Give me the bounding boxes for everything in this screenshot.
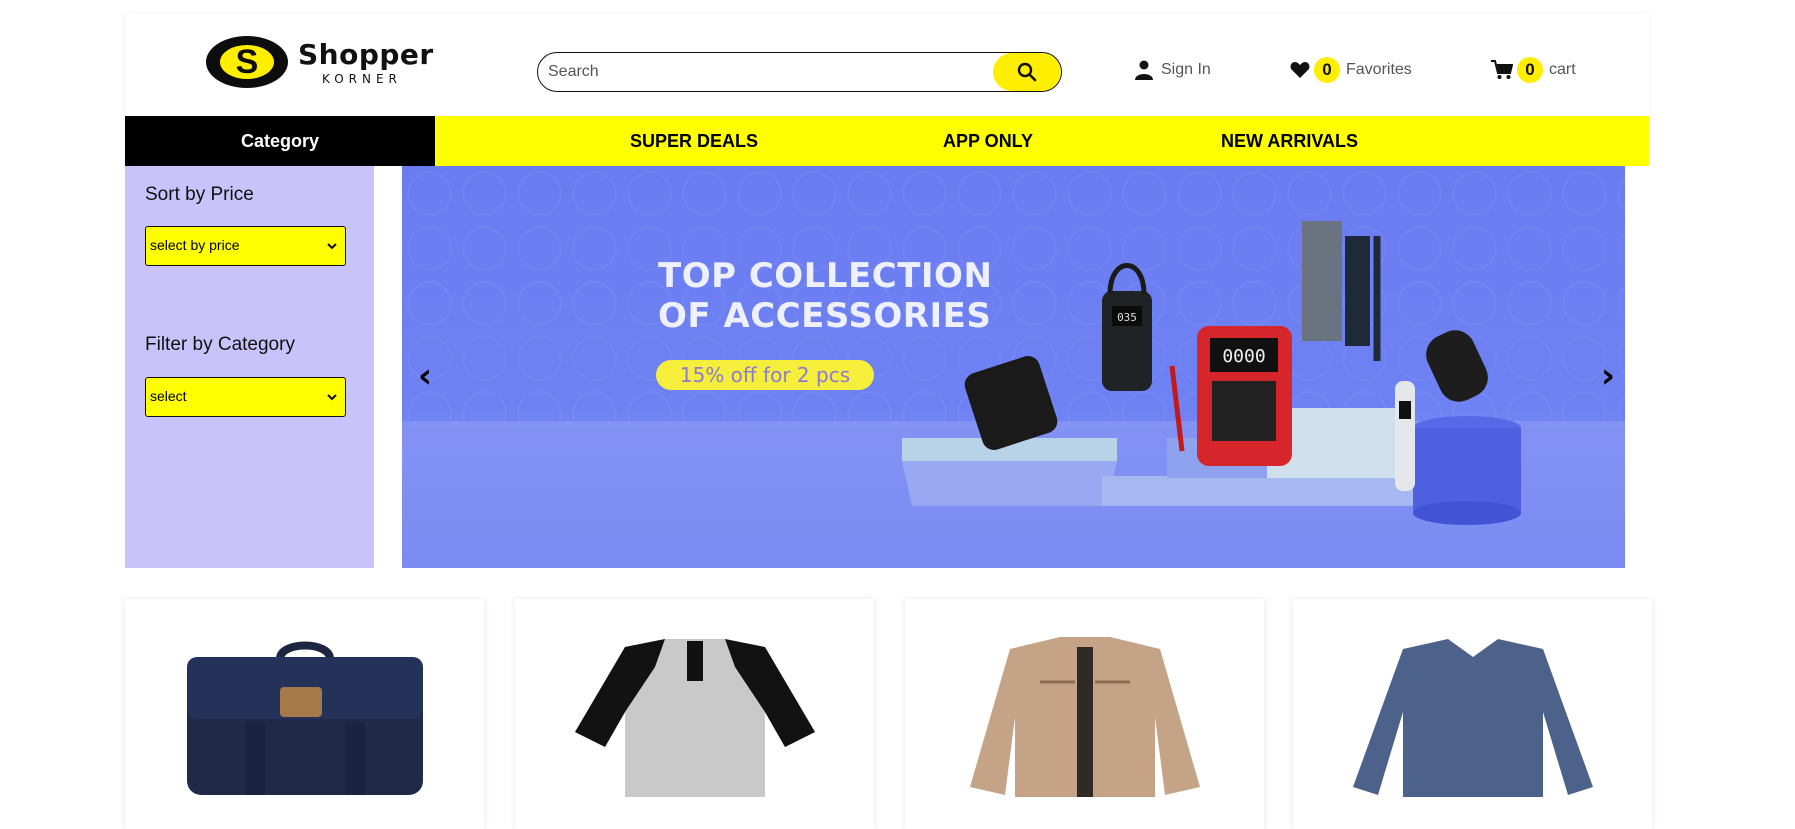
banner-products-illustration: 035 0000: [902, 221, 1521, 525]
nav-link-app-only[interactable]: APP ONLY: [943, 116, 1033, 166]
multimeter-reading: 0000: [1222, 346, 1265, 367]
product-image-jacket: [969, 637, 1200, 797]
carousel-prev-button[interactable]: ‹: [418, 356, 432, 396]
logo-mark: S: [206, 36, 288, 88]
product-card[interactable]: [515, 599, 874, 829]
sort-by-price-value: select by price: [150, 237, 240, 253]
filter-panel: Sort by Price select by price Filter by …: [125, 166, 374, 568]
cart-count-badge: 0: [1517, 57, 1543, 83]
nav-bar: Category SUPER DEALS APP ONLY NEW ARRIVA…: [125, 116, 1649, 166]
cart-link[interactable]: 0 cart: [1491, 54, 1576, 86]
carousel-next-button[interactable]: ›: [1601, 356, 1615, 396]
product-image-bag: [186, 641, 423, 795]
sort-by-price-title: Sort by Price: [145, 184, 254, 205]
product-image-shirt: [574, 639, 815, 797]
sign-in-label: Sign In: [1161, 61, 1211, 78]
chevron-down-icon: [327, 227, 337, 265]
logo-mark-letter: S: [220, 45, 274, 79]
favorites-label: Favorites: [1346, 61, 1412, 78]
promo-banner[interactable]: TOP COLLECTION OF ACCESSORIES 15% off fo…: [402, 166, 1625, 568]
filter-by-category-select[interactable]: select: [145, 377, 346, 417]
logo-sub: KORNER: [322, 72, 402, 86]
content-row: Sort by Price select by price Filter by …: [125, 166, 1649, 568]
user-icon: [1135, 60, 1153, 80]
sign-in-link[interactable]: Sign In: [1135, 54, 1211, 86]
filter-by-category-value: select: [150, 388, 187, 404]
favorites-count-badge: 0: [1314, 57, 1340, 83]
nav-category-button[interactable]: Category: [125, 116, 435, 166]
product-image-longsleeve: [1352, 639, 1593, 797]
search-button[interactable]: [993, 53, 1061, 91]
logo-word: Shopper: [298, 38, 434, 71]
cart-label: cart: [1549, 61, 1576, 78]
nav-link-super-deals[interactable]: SUPER DEALS: [630, 116, 758, 166]
cart-icon: [1491, 60, 1513, 80]
filter-by-category-title: Filter by Category: [145, 334, 295, 355]
nav-link-new-arrivals[interactable]: NEW ARRIVALS: [1221, 116, 1358, 166]
banner-promo-badge: 15% off for 2 pcs: [656, 360, 874, 390]
pump-reading: 035: [1117, 311, 1137, 324]
search-input[interactable]: [538, 53, 998, 91]
sort-by-price-select[interactable]: select by price: [145, 226, 346, 266]
product-card[interactable]: [1293, 599, 1652, 829]
search-bar: [537, 52, 1062, 92]
product-card[interactable]: [125, 599, 484, 829]
logo[interactable]: S Shopper KORNER: [206, 36, 446, 92]
header: S Shopper KORNER Sign In: [125, 14, 1649, 116]
chevron-down-icon: [327, 378, 337, 416]
product-card[interactable]: [905, 599, 1264, 829]
search-icon: [1017, 62, 1037, 82]
site: S Shopper KORNER Sign In: [125, 14, 1649, 568]
favorites-link[interactable]: 0 Favorites: [1290, 54, 1412, 86]
heart-icon: [1290, 61, 1310, 79]
